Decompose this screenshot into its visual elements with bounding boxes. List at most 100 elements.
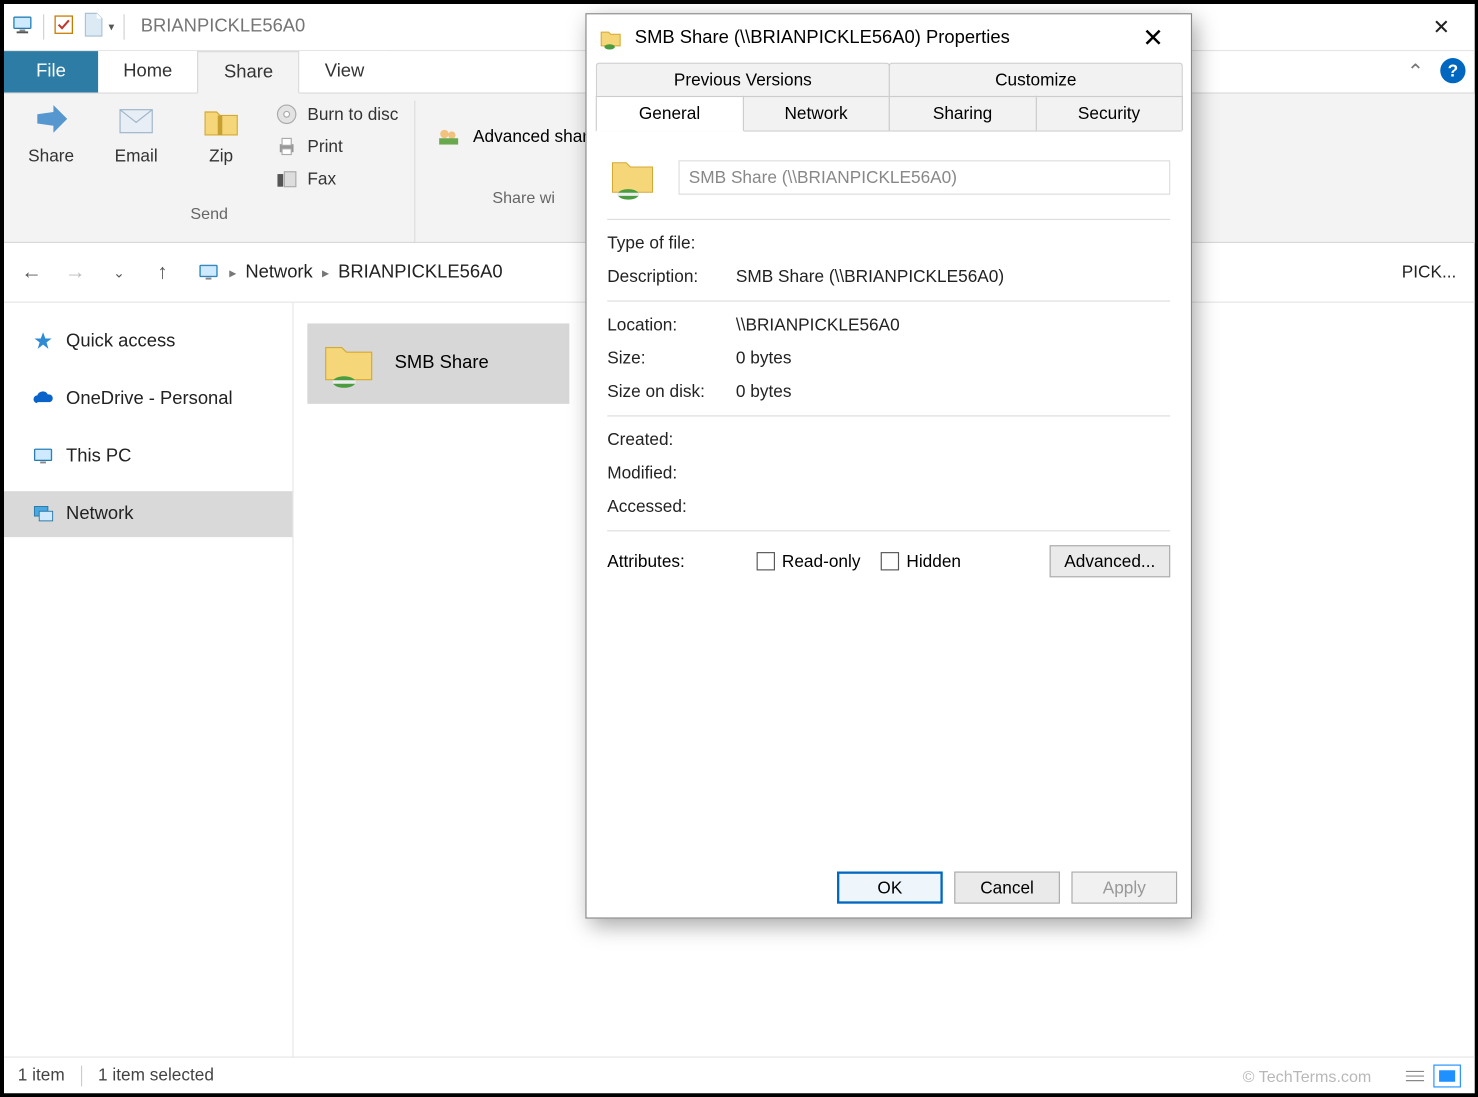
label-accessed: Accessed: (607, 497, 736, 517)
group-send-label: Send (190, 204, 228, 222)
value-size: 0 bytes (736, 349, 1170, 369)
ok-button[interactable]: OK (837, 871, 943, 903)
value-created (736, 430, 1170, 450)
burn-button[interactable]: Burn to disc (275, 103, 398, 126)
dialog-title: SMB Share (\\BRIANPICKLE56A0) Properties (635, 28, 1010, 49)
tab-file[interactable]: File (4, 51, 98, 92)
fax-label: Fax (307, 169, 336, 189)
label-description: Description: (607, 267, 736, 287)
dialog-titlebar: SMB Share (\\BRIANPICKLE56A0) Properties… (587, 14, 1191, 62)
divider (43, 14, 44, 39)
tab-security[interactable]: Security (1035, 96, 1183, 130)
nav-network[interactable]: Network (4, 491, 292, 537)
print-label: Print (307, 137, 342, 157)
close-icon[interactable]: ✕ (1415, 4, 1468, 50)
value-type (736, 234, 1170, 254)
tab-view[interactable]: View (299, 51, 389, 92)
status-bar: 1 item 1 item selected © TechTerms.com (4, 1056, 1475, 1093)
nav-label: This PC (66, 446, 131, 467)
group-sharewith-label: Share wi (492, 188, 555, 206)
readonly-checkbox[interactable]: Read-only (757, 551, 861, 571)
back-button[interactable]: ← (15, 256, 47, 288)
tab-customize[interactable]: Customize (889, 63, 1183, 97)
hidden-checkbox[interactable]: Hidden (881, 551, 961, 571)
label-location: Location: (607, 315, 736, 335)
help-icon[interactable]: ? (1440, 58, 1465, 83)
share-button[interactable]: Share (20, 101, 82, 166)
share-label: Share (28, 146, 74, 166)
dialog-tabs: Previous Versions Customize General Netw… (596, 63, 1182, 132)
crumb-network[interactable]: Network (245, 262, 312, 283)
label-size-on-disk: Size on disk: (607, 382, 736, 402)
view-switcher (1401, 1064, 1461, 1087)
name-field[interactable]: SMB Share (\\BRIANPICKLE56A0) (678, 160, 1170, 194)
pc-icon (11, 13, 34, 41)
fax-button[interactable]: Fax (275, 167, 398, 190)
file-tile-smb-share[interactable]: SMB Share (307, 323, 569, 403)
tab-previous-versions[interactable]: Previous Versions (596, 63, 890, 97)
zip-button[interactable]: Zip (190, 101, 252, 166)
nav-label: OneDrive - Personal (66, 389, 233, 410)
value-size-on-disk: 0 bytes (736, 382, 1170, 402)
divider (81, 1065, 82, 1086)
crumb-host[interactable]: BRIANPICKLE56A0 (338, 262, 503, 283)
file-label: SMB Share (395, 353, 489, 374)
recent-chevron-icon[interactable]: ⌄ (103, 256, 135, 288)
print-button[interactable]: Print (275, 135, 398, 158)
email-button[interactable]: Email (105, 101, 167, 166)
tab-network[interactable]: Network (742, 96, 890, 130)
label-size: Size: (607, 349, 736, 369)
burn-label: Burn to disc (307, 105, 398, 125)
status-items: 1 item (18, 1066, 65, 1086)
chevron-right-icon: ▸ (322, 264, 329, 280)
advanced-button[interactable]: Advanced... (1049, 545, 1170, 577)
dialog-buttons: OK Cancel Apply (587, 858, 1191, 918)
network-folder-icon (607, 152, 658, 203)
nav-onedrive[interactable]: OneDrive - Personal (4, 376, 292, 422)
nav-quick-access[interactable]: Quick access (4, 319, 292, 365)
label-created: Created: (607, 430, 736, 450)
network-folder-icon (319, 334, 379, 394)
nav-this-pc[interactable]: This PC (4, 434, 292, 480)
nav-label: Network (66, 504, 133, 525)
hidden-label: Hidden (906, 551, 961, 571)
ribbon-collapse-icon[interactable]: ⌃ (1407, 60, 1424, 84)
doc-icon[interactable] (83, 12, 104, 42)
check-icon[interactable] (53, 14, 74, 39)
divider (124, 14, 125, 39)
window-title: BRIANPICKLE56A0 (141, 17, 306, 38)
value-description: SMB Share (\\BRIANPICKLE56A0) (736, 267, 1170, 287)
value-modified (736, 464, 1170, 484)
chevron-down-icon[interactable]: ▾ (109, 21, 115, 34)
nav-label: Quick access (66, 331, 175, 352)
up-button[interactable]: ↑ (146, 256, 178, 288)
readonly-label: Read-only (782, 551, 861, 571)
forward-button[interactable]: → (59, 256, 91, 288)
tab-home[interactable]: Home (98, 51, 198, 92)
value-accessed (736, 497, 1170, 517)
details-view-icon[interactable] (1401, 1064, 1429, 1087)
chevron-right-icon: ▸ (229, 264, 236, 280)
status-selected: 1 item selected (98, 1066, 214, 1086)
tab-general[interactable]: General (596, 96, 744, 132)
tab-sharing[interactable]: Sharing (889, 96, 1037, 130)
properties-dialog: SMB Share (\\BRIANPICKLE56A0) Properties… (585, 13, 1192, 918)
search-placeholder[interactable]: PICK... (1402, 263, 1457, 283)
tiles-view-icon[interactable] (1433, 1064, 1461, 1087)
watermark: © TechTerms.com (1243, 1066, 1372, 1084)
ribbon-group-send: Share Email Zip Burn to disc (4, 101, 416, 242)
zip-label: Zip (209, 146, 233, 166)
dialog-body: SMB Share (\\BRIANPICKLE56A0) Type of fi… (587, 132, 1191, 858)
nav-pane: Quick access OneDrive - Personal This PC… (4, 303, 294, 1057)
label-modified: Modified: (607, 464, 736, 484)
close-icon[interactable]: ✕ (1129, 17, 1177, 61)
label-attributes: Attributes: (607, 551, 736, 571)
email-label: Email (115, 146, 158, 166)
network-folder-icon (598, 26, 623, 51)
pc-icon (197, 261, 220, 284)
explorer-window: ▾ BRIANPICKLE56A0 ✕ File Home Share View… (4, 4, 1475, 1093)
tab-share[interactable]: Share (198, 51, 300, 94)
label-type: Type of file: (607, 234, 736, 254)
apply-button: Apply (1071, 871, 1177, 903)
cancel-button[interactable]: Cancel (954, 871, 1060, 903)
